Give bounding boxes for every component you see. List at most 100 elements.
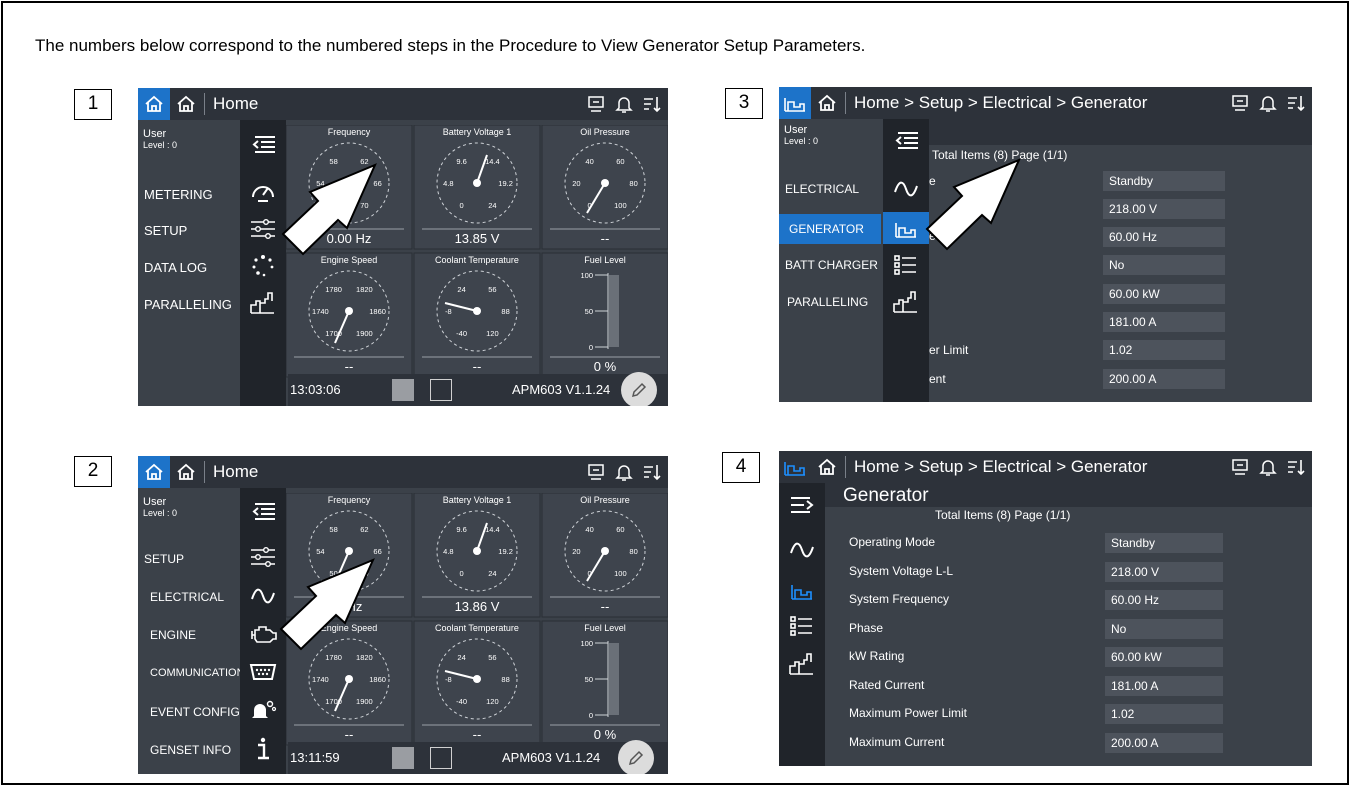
- nav-item-setup[interactable]: SETUP: [138, 218, 240, 244]
- home-nav-button[interactable]: [170, 456, 202, 488]
- settings-sliders-icon[interactable]: [245, 214, 281, 244]
- collapse-menu-icon[interactable]: [888, 126, 924, 156]
- generator-icon[interactable]: [883, 212, 929, 244]
- home-button[interactable]: [811, 87, 843, 119]
- ac-wave-icon[interactable]: [784, 535, 820, 565]
- fuel-tick-label: 0: [589, 711, 593, 720]
- paralleling-icon[interactable]: [245, 288, 281, 318]
- home-button[interactable]: [811, 451, 843, 483]
- home-icon: [145, 95, 163, 112]
- data-log-icon[interactable]: [245, 251, 281, 281]
- gauge-tick-label: 1780: [325, 653, 342, 662]
- nav-item-setup[interactable]: SETUP: [138, 546, 240, 572]
- gauge-tick-label: -8: [445, 675, 452, 684]
- nav-item-genset-info[interactable]: GENSET INFO: [138, 737, 240, 763]
- generator-icon[interactable]: [784, 575, 820, 605]
- bell-icon[interactable]: [614, 462, 634, 482]
- gauge-title: Fuel Level: [584, 255, 626, 265]
- home-icon: [177, 463, 195, 480]
- param-label-partial: ency: [929, 229, 955, 243]
- bell-icon[interactable]: [1258, 93, 1278, 113]
- nav-item-event-config[interactable]: EVENT CONFIG: [138, 699, 240, 725]
- monitor-icon[interactable]: [586, 94, 606, 114]
- figure-caption: The numbers below correspond to the numb…: [35, 36, 866, 55]
- serial-port-icon[interactable]: [245, 657, 281, 687]
- user-label: User: [784, 124, 808, 136]
- ac-wave-icon[interactable]: [245, 581, 281, 611]
- gauge-tick-label: 1860: [369, 675, 386, 684]
- info-icon[interactable]: [245, 734, 281, 764]
- nav-item-batt-charger[interactable]: BATT CHARGER: [779, 252, 881, 278]
- edit-button[interactable]: [621, 372, 657, 406]
- nav-item-generator[interactable]: GENERATOR: [779, 214, 881, 244]
- gauge-tick-label: 1740: [312, 307, 329, 316]
- gauge-value: --: [345, 727, 354, 742]
- gauge-icon[interactable]: [245, 177, 281, 207]
- nav-item-communication[interactable]: COMMUNICATION: [138, 660, 245, 686]
- sort-icon[interactable]: [642, 94, 662, 114]
- bell-icon[interactable]: [614, 94, 634, 114]
- header-bar: Home: [138, 88, 668, 120]
- paralleling-icon[interactable]: [784, 649, 820, 679]
- header-bar: Home: [138, 456, 668, 488]
- collapse-menu-icon[interactable]: [245, 497, 281, 527]
- gauge-title: Engine Speed: [321, 623, 378, 633]
- bell-icon[interactable]: [1258, 457, 1278, 477]
- param-label: Maximum Power Limit: [849, 706, 968, 720]
- home-button[interactable]: [138, 456, 170, 488]
- collapse-menu-icon[interactable]: [245, 130, 281, 160]
- ac-wave-icon[interactable]: [888, 174, 924, 204]
- event-config-icon[interactable]: [245, 695, 281, 725]
- gauge-tick-label: 20: [572, 547, 580, 556]
- nav-item-data-log[interactable]: DATA LOG: [138, 255, 240, 281]
- generator-tab-button[interactable]: [779, 87, 811, 119]
- expand-menu-icon[interactable]: [784, 491, 820, 521]
- user-level: Level : 0: [784, 136, 819, 146]
- gauge-tick-label: 58: [329, 157, 337, 166]
- gauge-tick-label: 1740: [312, 675, 329, 684]
- gauge-tick-label: 1900: [356, 329, 373, 338]
- monitor-icon[interactable]: [1230, 457, 1250, 477]
- gauge-tick-label: 62: [360, 525, 368, 534]
- total-items-label: Total Items (8) Page (1/1): [935, 508, 1071, 522]
- param-label: Maximum Current: [849, 734, 945, 749]
- nav-item-paralleling[interactable]: PARALLELING: [138, 292, 240, 318]
- param-value: 218.00 V: [1103, 199, 1225, 219]
- header-divider: [204, 93, 205, 115]
- gauge-tick-label: 19.2: [498, 179, 513, 188]
- monitor-icon[interactable]: [1230, 93, 1250, 113]
- step-number-4: 4: [722, 452, 760, 483]
- nav-item-paralleling[interactable]: PARALLELING: [779, 289, 881, 315]
- generator-tab-button[interactable]: [779, 451, 811, 483]
- monitor-icon[interactable]: [586, 462, 606, 482]
- page-heading: Generator: [843, 485, 929, 506]
- edit-button[interactable]: [618, 740, 654, 774]
- gauge-tick-label: 24: [457, 653, 465, 662]
- sort-icon[interactable]: [642, 462, 662, 482]
- nav-item-electrical[interactable]: ELECTRICAL: [138, 584, 240, 610]
- home-button[interactable]: [138, 88, 170, 120]
- gauge-tick-label: 40: [585, 525, 593, 534]
- nav-item-metering[interactable]: METERING: [138, 182, 240, 208]
- sort-icon[interactable]: [1286, 457, 1306, 477]
- fuel-tick-label: 50: [585, 675, 593, 684]
- nav-item-electrical[interactable]: ELECTRICAL: [779, 176, 881, 202]
- gauge-tick-label: 50: [329, 201, 337, 210]
- gauge-hub: [473, 675, 481, 683]
- paralleling-icon[interactable]: [888, 287, 924, 317]
- settings-sliders-icon[interactable]: [245, 542, 281, 572]
- nav-item-engine[interactable]: ENGINE: [138, 622, 240, 648]
- list-icon[interactable]: [888, 250, 924, 280]
- clock-time: 13:11:59: [290, 750, 340, 765]
- home-icon: [177, 95, 195, 112]
- list-icon[interactable]: [784, 611, 820, 641]
- gauge-title: Coolant Temperature: [435, 623, 519, 633]
- home-nav-button[interactable]: [170, 88, 202, 120]
- gauge-tick-label: -8: [445, 307, 452, 316]
- engine-icon[interactable]: [245, 619, 281, 649]
- gauge-tick-label: 80: [629, 179, 637, 188]
- gauge-tick-label: 58: [329, 525, 337, 534]
- status-square-filled: [392, 379, 414, 401]
- sort-icon[interactable]: [1286, 93, 1306, 113]
- generator-icon: [784, 462, 805, 476]
